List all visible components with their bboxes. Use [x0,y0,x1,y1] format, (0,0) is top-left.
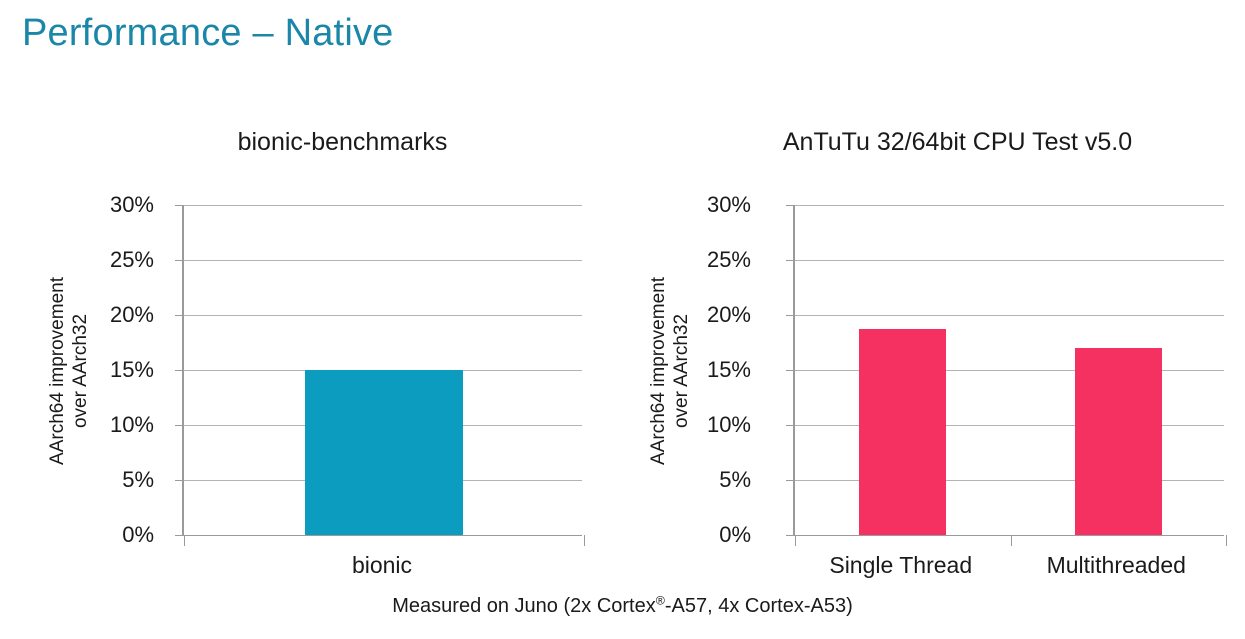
gridline-30 [184,205,582,206]
bar-bionic [305,370,463,535]
axis-tick-10 [175,425,184,426]
chart-title-right: AnTuTu 32/64bit CPU Test v5.0 [782,128,1133,156]
y-axis-title-right: AArch64 improvement over AArch32 [647,206,693,536]
registered-trademark-icon: ® [655,593,665,608]
gridline-0 [795,535,1224,536]
axis-tick-20 [175,315,184,316]
gridline-30 [795,205,1224,206]
y-tick-labels-left: 30% 25% 20% 15% 10% 5% 0% [98,190,160,547]
plot-area-right [786,205,1227,546]
y-tick-label: 25% [706,247,751,272]
axis-tick-25 [175,260,184,261]
category-labels-right: Single Thread Multithreaded [793,552,1224,586]
y-axis-title-left: AArch64 improvement over AArch32 [46,206,92,536]
y-tick-labels-right: 30% 25% 20% 15% 10% 5% 0% [695,190,757,547]
y-tick-label: 30% [706,192,751,217]
gridline-25 [795,260,1224,261]
axis-tick-0 [786,535,795,536]
category-tick [184,535,185,546]
axis-tick-10 [786,425,795,426]
axis-tick-30 [786,205,795,206]
axis-tick-0 [175,535,184,536]
category-tick [584,535,585,546]
category-label: Multithreaded [1046,552,1186,578]
y-tick-label: 20% [109,302,154,327]
gridline-20 [795,315,1224,316]
footnote-prefix: Measured on Juno (2x Cortex [392,595,656,617]
axis-tick-5 [175,480,184,481]
gridline-25 [184,260,582,261]
gridline-0 [184,535,582,536]
category-label: Single Thread [829,552,973,578]
category-labels-left: bionic [182,552,582,586]
axis-tick-15 [175,370,184,371]
footnote-suffix: -A57, 4x Cortex-A53) [664,595,853,617]
y-axis-title-line1: AArch64 improvement [648,277,669,465]
bar-multithreaded [1074,348,1162,535]
y-tick-label: 15% [706,357,751,382]
slide-title: Performance – Native [22,12,394,54]
y-tick-label: 10% [706,412,751,437]
bar-single-thread [859,329,947,535]
y-axis-title-line1: AArch64 improvement [47,277,68,465]
axis-tick-30 [175,205,184,206]
chart-title-left: bionic-benchmarks [237,128,448,156]
axis-tick-20 [786,315,795,316]
category-tick [1010,535,1012,546]
axis-tick-15 [786,370,795,371]
footnote: Measured on Juno (2x Cortex®-A57, 4x Cor… [0,593,1245,618]
y-tick-label: 10% [109,412,154,437]
y-tick-label: 30% [109,192,154,217]
category-label: bionic [351,552,413,578]
y-tick-label: 5% [122,467,154,492]
gridline-20 [184,315,582,316]
y-tick-label: 25% [109,247,154,272]
y-tick-label: 15% [109,357,154,382]
y-axis-title-line2: over AArch32 [70,313,91,429]
y-tick-label: 5% [719,467,751,492]
y-tick-label: 20% [706,302,751,327]
axis-tick-25 [786,260,795,261]
y-tick-label: 0% [719,522,751,547]
y-axis-title-line2: over AArch32 [671,313,692,429]
axis-tick-5 [786,480,795,481]
category-tick [795,535,796,546]
y-tick-label: 0% [122,522,154,547]
category-tick [1226,535,1227,546]
plot-area-left [175,205,585,546]
